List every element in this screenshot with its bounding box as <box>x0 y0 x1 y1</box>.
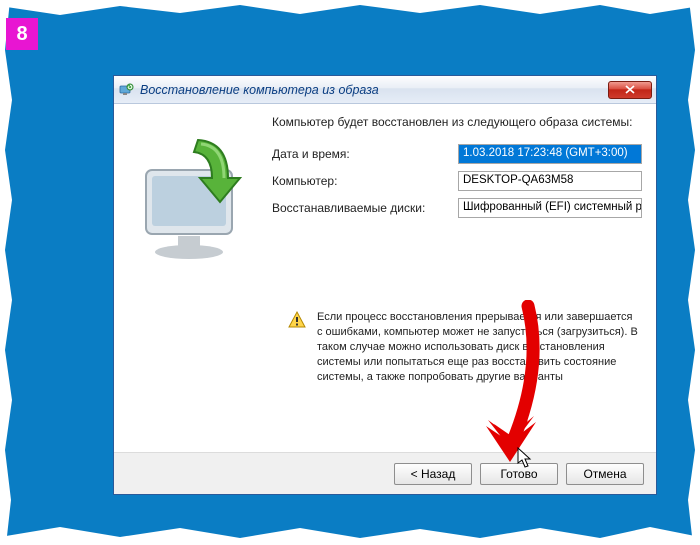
dialog-content: Компьютер будет восстановлен из следующе… <box>114 104 656 452</box>
datetime-value[interactable]: 1.03.2018 17:23:48 (GMT+3:00) <box>458 144 642 164</box>
field-disks: Восстанавливаемые диски: Шифрованный (EF… <box>272 198 642 218</box>
warning-panel: Если процесс восстановления прерывается … <box>272 310 642 384</box>
titlebar[interactable]: Восстановление компьютера из образа <box>114 76 656 104</box>
cancel-button[interactable]: Отмена <box>566 463 644 485</box>
field-datetime: Дата и время: 1.03.2018 17:23:48 (GMT+3:… <box>272 144 642 164</box>
close-button[interactable] <box>608 81 652 99</box>
button-bar: < Назад Готово Отмена <box>114 452 656 494</box>
restore-dialog: Восстановление компьютера из образа <box>113 75 657 495</box>
system-icon <box>118 82 134 98</box>
disks-value[interactable]: Шифрованный (EFI) системный раздел <box>458 198 642 218</box>
computer-label: Компьютер: <box>272 174 452 188</box>
disks-label: Восстанавливаемые диски: <box>272 201 452 215</box>
warning-text: Если процесс восстановления прерывается … <box>317 310 638 384</box>
close-icon <box>625 85 635 94</box>
wizard-image <box>128 114 260 384</box>
dialog-heading: Компьютер будет восстановлен из следующе… <box>272 114 642 130</box>
step-badge: 8 <box>6 18 38 50</box>
back-button[interactable]: < Назад <box>394 463 472 485</box>
dialog-title: Восстановление компьютера из образа <box>140 83 608 97</box>
field-computer: Компьютер: DESKTOP-QA63M58 <box>272 171 642 191</box>
warning-icon <box>287 310 307 330</box>
datetime-label: Дата и время: <box>272 147 452 161</box>
ready-button[interactable]: Готово <box>480 463 558 485</box>
computer-value[interactable]: DESKTOP-QA63M58 <box>458 171 642 191</box>
